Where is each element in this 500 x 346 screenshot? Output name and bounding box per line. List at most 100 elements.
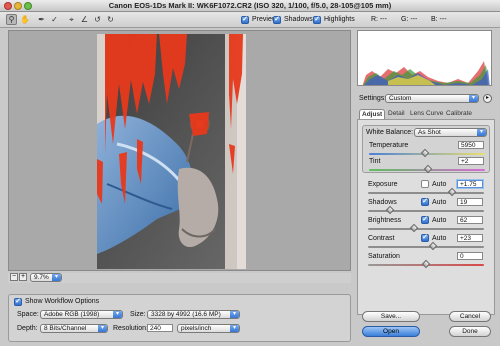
tab-detail[interactable]: Detail — [386, 109, 407, 119]
white-balance-tool-icon[interactable]: ✒ — [36, 14, 47, 25]
highlights-label: Highlights — [324, 16, 355, 23]
resolution-label: Resolution: — [113, 325, 149, 332]
exposure-field[interactable]: +1.75 — [457, 180, 483, 188]
temperature-field[interactable]: 5950 — [458, 141, 484, 149]
color-sampler-tool-icon[interactable]: ✓ — [49, 14, 60, 25]
crop-tool-icon[interactable]: ⌖ — [66, 14, 77, 25]
contrast-label: Contrast — [368, 235, 395, 242]
open-button[interactable]: Open — [362, 326, 420, 337]
hand-tool-icon[interactable]: ✋ — [19, 14, 30, 25]
done-button[interactable]: Done — [449, 326, 491, 337]
contrast-slider[interactable] — [368, 241, 484, 251]
chevron-down-icon: ▾ — [469, 95, 478, 102]
resolution-unit-dropdown[interactable]: pixels/inch ▾ — [177, 324, 240, 333]
adjustments-panel: Settings: Custom ▾ ▸ Adjust Detail Lens … — [355, 30, 500, 346]
straighten-tool-icon[interactable]: ∠ — [79, 14, 90, 25]
tint-label: Tint — [369, 158, 381, 165]
window-title: Canon EOS-1Ds Mark II: WK6F1072.CR2 (ISO… — [108, 1, 392, 10]
chevron-down-icon: ▾ — [52, 274, 61, 281]
exposure-label: Exposure — [368, 181, 398, 188]
tint-slider-thumb[interactable] — [423, 164, 433, 174]
settings-label: Settings: — [359, 95, 387, 102]
zoom-in-button[interactable]: + — [19, 273, 27, 281]
show-workflow-checkbox[interactable]: ✓ — [14, 298, 22, 306]
space-label: Space: — [17, 311, 39, 318]
white-balance-label: White Balance: — [366, 129, 414, 136]
depth-dropdown[interactable]: 8 Bits/Channel ▾ — [40, 324, 108, 333]
size-value: 3328 by 4992 (16.6 MP) — [151, 311, 221, 318]
tint-field[interactable]: +2 — [458, 157, 484, 165]
saturation-slider-thumb[interactable] — [421, 259, 431, 269]
saturation-slider[interactable] — [368, 259, 484, 269]
window-title-bar: Canon EOS-1Ds Mark II: WK6F1072.CR2 (ISO… — [0, 0, 500, 12]
contrast-field[interactable]: +23 — [457, 234, 483, 242]
shadows-checkbox[interactable]: ✓ — [273, 16, 281, 24]
shadows-field[interactable]: 19 — [457, 198, 483, 206]
exposure-slider[interactable] — [368, 187, 484, 197]
brightness-auto-label: Auto — [432, 217, 447, 224]
size-dropdown[interactable]: 3328 by 4992 (16.6 MP) ▾ — [147, 310, 240, 319]
brightness-slider-thumb[interactable] — [410, 223, 419, 233]
brightness-slider[interactable] — [368, 223, 484, 233]
brightness-auto-checkbox[interactable]: ✓ — [421, 216, 429, 224]
shadows-slider-thumb[interactable] — [385, 205, 395, 215]
tab-curve[interactable]: Curve — [424, 109, 445, 119]
tint-slider[interactable] — [369, 164, 485, 174]
resolution-field[interactable]: 240 — [147, 324, 173, 332]
white-balance-dropdown[interactable]: As Shot ▾ — [414, 128, 487, 137]
chevron-down-icon: ▾ — [230, 325, 239, 332]
red-readout: R: --- — [371, 16, 387, 23]
save-button[interactable]: Save... — [362, 311, 420, 322]
zoom-bar: − + 9.7% ▾ — [8, 273, 351, 283]
settings-menu-icon[interactable]: ▸ — [483, 94, 492, 103]
temperature-slider[interactable] — [369, 148, 485, 158]
saturation-label: Saturation — [368, 253, 400, 260]
shadows-adjust-label: Shadows — [368, 199, 397, 206]
green-readout: G: --- — [401, 16, 418, 23]
rotate-right-icon[interactable]: ↻ — [105, 14, 116, 25]
close-window-button[interactable] — [4, 2, 12, 10]
space-dropdown[interactable]: Adobe RGB (1998) ▾ — [40, 310, 123, 319]
brightness-label: Brightness — [368, 217, 402, 224]
depth-label: Depth: — [17, 325, 38, 332]
workflow-options: ✓ Show Workflow Options Space: Adobe RGB… — [8, 294, 351, 342]
temperature-slider-thumb[interactable] — [420, 148, 429, 158]
cowboy-boot-photo — [97, 34, 246, 269]
minimize-window-button[interactable] — [14, 2, 22, 10]
settings-dropdown[interactable]: Custom ▾ — [385, 94, 479, 103]
adjust-pane: White Balance: As Shot ▾ Temperature 595… — [357, 119, 495, 315]
settings-tabs: Adjust Detail Lens Curve Calibrate — [359, 109, 494, 119]
histogram-graph — [362, 61, 490, 85]
shadows-slider[interactable] — [368, 205, 484, 215]
saturation-field[interactable]: 0 — [457, 252, 483, 260]
size-label: Size: — [130, 311, 146, 318]
contrast-slider-thumb[interactable] — [428, 241, 438, 251]
chevron-down-icon: ▾ — [113, 311, 122, 318]
depth-value: 8 Bits/Channel — [44, 325, 87, 332]
brightness-field[interactable]: 62 — [457, 216, 483, 224]
highlights-checkbox[interactable]: ✓ — [313, 16, 321, 24]
exposure-slider-thumb[interactable] — [447, 187, 456, 197]
shadows-auto-checkbox[interactable]: ✓ — [421, 198, 429, 206]
preview-checkbox[interactable]: ✓ — [241, 16, 249, 24]
zoom-tool-icon[interactable]: ⚲ — [6, 14, 17, 25]
contrast-auto-label: Auto — [432, 235, 447, 242]
shadows-label: Shadows — [284, 16, 313, 23]
show-workflow-label: Show Workflow Options — [25, 298, 100, 305]
contrast-auto-checkbox[interactable]: ✓ — [421, 234, 429, 242]
exposure-auto-checkbox[interactable]: ✓ — [421, 180, 429, 188]
white-balance-value: As Shot — [418, 129, 441, 136]
blue-readout: B: --- — [431, 16, 447, 23]
zoom-window-button[interactable] — [24, 2, 32, 10]
tab-adjust[interactable]: Adjust — [359, 109, 386, 119]
image-preview-area[interactable] — [8, 30, 351, 271]
space-value: Adobe RGB (1998) — [44, 311, 100, 318]
temperature-label: Temperature — [369, 142, 409, 149]
tab-calibrate[interactable]: Calibrate — [444, 109, 474, 119]
zoom-level-value: 9.7% — [34, 274, 49, 281]
zoom-out-button[interactable]: − — [10, 273, 18, 281]
zoom-level-dropdown[interactable]: 9.7% ▾ — [30, 273, 62, 282]
preview-image — [97, 34, 246, 269]
rotate-left-icon[interactable]: ↺ — [92, 14, 103, 25]
cancel-button[interactable]: Cancel — [449, 311, 491, 322]
